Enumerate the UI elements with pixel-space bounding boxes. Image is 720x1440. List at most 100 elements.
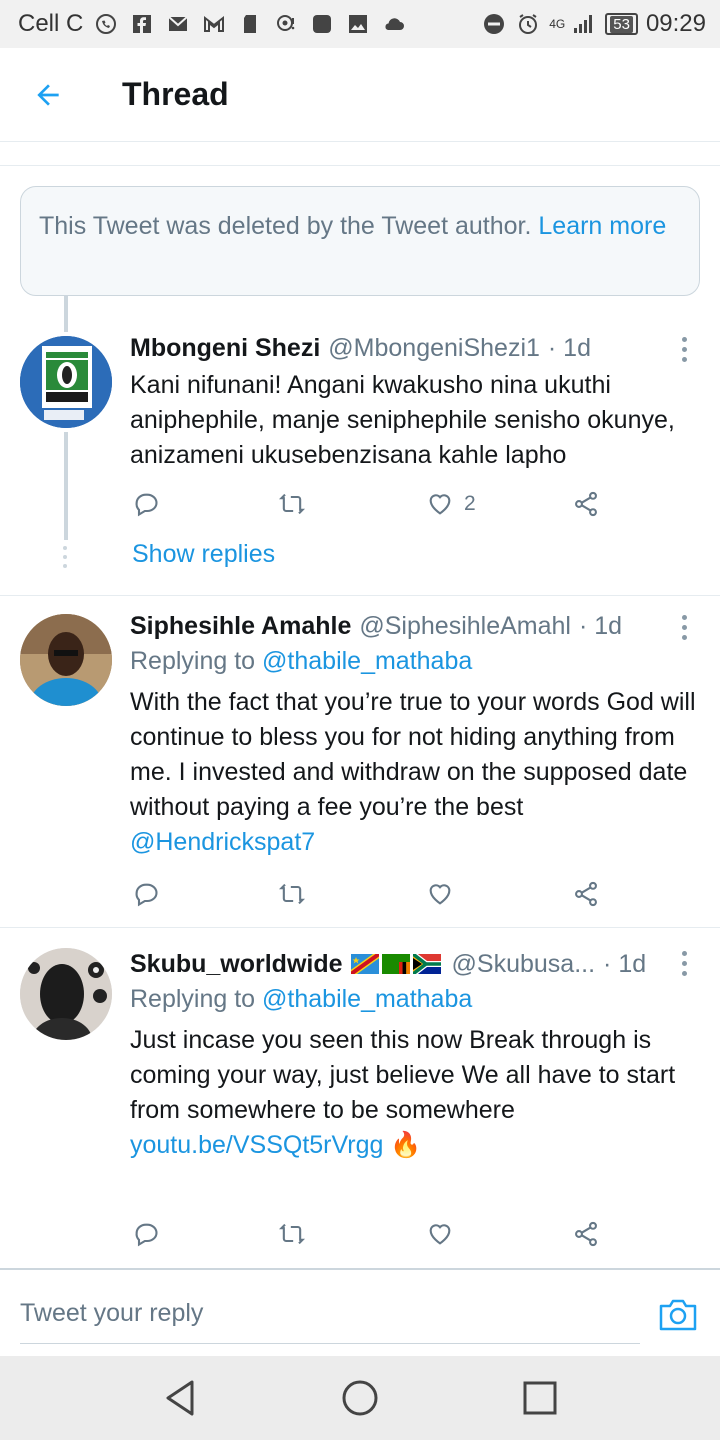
facebook-icon (129, 11, 155, 37)
sd-card-icon (237, 11, 263, 37)
system-nav-bar (0, 1356, 720, 1440)
share-button[interactable] (572, 1214, 600, 1254)
mention-link[interactable]: @Hendrickspat7 (130, 828, 315, 856)
replying-to-handle[interactable]: @thabile_mathaba (262, 985, 472, 1013)
status-bar: Cell C 4G 53 09:29 (0, 0, 720, 48)
tweet-header: Mbongeni Shezi @MbongeniShezi1 · 1d (130, 330, 700, 366)
nav-recents-icon[interactable] (518, 1376, 562, 1420)
replying-to-handle[interactable]: @thabile_mathaba (262, 647, 472, 675)
learn-more-link[interactable]: Learn more (538, 212, 666, 240)
signal-icon (571, 11, 597, 37)
reply-icon (135, 1223, 158, 1247)
retweet-icon (278, 493, 306, 515)
author-name[interactable]: Skubu_worldwide (130, 946, 343, 982)
tweet-actions (130, 874, 610, 914)
author-handle[interactable]: @Skubusa... (452, 946, 596, 982)
tweet-actions: 2 (130, 484, 610, 524)
south-africa-flag-icon (412, 954, 441, 974)
retweet-button[interactable] (278, 874, 306, 914)
location-icon (273, 11, 299, 37)
reply-icon (135, 883, 158, 907)
deleted-notice-text: This Tweet was deleted by the Tweet auth… (39, 212, 532, 240)
avatar[interactable] (20, 336, 112, 428)
tweet-content: Mbongeni Shezi @MbongeniShezi1 · 1d Kani… (130, 330, 700, 473)
like-button[interactable] (426, 874, 454, 914)
heart-icon (429, 494, 451, 515)
battery-icon: 53 (605, 13, 638, 35)
reply-button[interactable] (132, 1214, 160, 1254)
tweet-time: · 1d (547, 334, 591, 362)
clock: 09:29 (645, 10, 706, 37)
retweet-icon (278, 1223, 306, 1245)
app-icon (309, 11, 335, 37)
cloud-icon (381, 11, 407, 37)
tweet-text: With the fact that you’re true to your w… (130, 685, 700, 860)
like-button[interactable]: 2 (426, 484, 476, 524)
tweet-item[interactable]: Mbongeni Shezi @MbongeniShezi1 · 1d Kani… (0, 310, 720, 596)
page-title: Thread (122, 76, 229, 112)
tweet-link-line: youtu.be/VSSQt5rVrgg 🔥 (130, 1128, 700, 1163)
author-name[interactable]: Siphesihle Amahle (130, 608, 351, 644)
gallery-icon (345, 11, 371, 37)
more-options-icon[interactable] (672, 612, 696, 642)
network-type: 4G (549, 17, 566, 31)
avatar[interactable] (20, 614, 112, 706)
tweet-time: · 1d (578, 612, 623, 640)
tweet-header: Siphesihle Amahle @SiphesihleAmahl · 1d (130, 608, 700, 644)
gmail-icon (201, 11, 227, 37)
tweet-text: Kani nifunani! Angani kwakusho nina ukut… (130, 371, 675, 469)
back-button[interactable] (0, 48, 96, 142)
share-icon (575, 881, 597, 907)
more-options-icon[interactable] (672, 948, 696, 978)
tweet-item[interactable]: Siphesihle Amahle @SiphesihleAmahl · 1d … (0, 596, 720, 928)
share-icon (575, 491, 597, 517)
alarm-icon (515, 11, 541, 37)
like-count: 2 (464, 492, 476, 515)
retweet-icon (278, 883, 306, 905)
reply-icon (135, 493, 158, 517)
author-name[interactable]: Mbongeni Shezi (130, 330, 320, 366)
nav-back-icon[interactable] (158, 1376, 202, 1420)
author-handle[interactable]: @MbongeniShezi1 (328, 330, 540, 366)
nav-home-icon[interactable] (338, 1376, 382, 1420)
camera-icon[interactable] (658, 1296, 698, 1332)
tweet-content: Siphesihle Amahle @SiphesihleAmahl · 1d … (130, 608, 700, 860)
drc-flag-icon (350, 954, 379, 974)
reply-composer: Tweet your reply (0, 1268, 720, 1356)
arrow-left-icon (37, 83, 59, 106)
whatsapp-icon (93, 11, 119, 37)
share-icon (575, 1221, 597, 1247)
more-options-icon[interactable] (672, 334, 696, 364)
previous-tweet-clipped (0, 142, 720, 166)
youtube-link[interactable]: youtu.be/VSSQt5rVrgg (130, 1131, 383, 1159)
retweet-button[interactable] (278, 1214, 306, 1254)
retweet-button[interactable] (278, 484, 306, 524)
share-button[interactable] (572, 484, 600, 524)
heart-icon (429, 884, 451, 905)
replying-to-label: Replying to (130, 985, 256, 1013)
tweet-header: Skubu_worldwide @Skubusa... · 1d (130, 946, 700, 982)
reply-button[interactable] (132, 484, 160, 524)
tweet-item[interactable]: Skubu_worldwide @Skubusa... · 1d Replyin… (0, 928, 720, 1268)
replying-to: Replying to @thabile_mathaba (130, 644, 700, 679)
tweet-content: Skubu_worldwide @Skubusa... · 1d Replyin… (130, 946, 700, 1163)
mail-icon (165, 11, 191, 37)
tweet-text-body: With the fact that you’re true to your w… (130, 688, 696, 821)
tweet-actions (130, 1214, 610, 1254)
heart-icon (429, 1224, 451, 1245)
like-button[interactable] (426, 1214, 454, 1254)
replying-to: Replying to @thabile_mathaba (130, 982, 700, 1017)
author-handle[interactable]: @SiphesihleAmahl (359, 608, 571, 644)
do-not-disturb-icon (481, 11, 507, 37)
reply-button[interactable] (132, 874, 160, 914)
show-replies-link[interactable]: Show replies (132, 540, 275, 569)
replying-to-label: Replying to (130, 647, 256, 675)
app-header: Thread (0, 48, 720, 142)
battery-level: 53 (610, 15, 633, 33)
share-button[interactable] (572, 874, 600, 914)
flag-emojis (350, 954, 444, 974)
reply-input[interactable]: Tweet your reply (20, 1284, 640, 1344)
fire-emoji: 🔥 (390, 1131, 422, 1159)
tweet-text: Just incase you seen this now Break thro… (130, 1026, 676, 1124)
avatar[interactable] (20, 948, 112, 1040)
